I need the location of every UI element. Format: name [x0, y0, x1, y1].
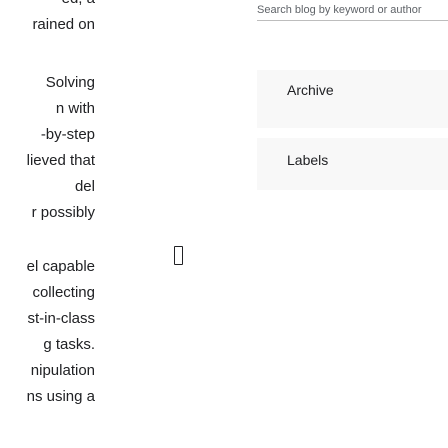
article-paragraph: ed, a rained on: [0, 0, 95, 38]
article-line: -by-step: [40, 126, 95, 143]
labels-title: Labels: [287, 152, 329, 168]
article-line: rained on: [32, 16, 95, 33]
article-line: r possibly: [31, 204, 95, 221]
article-line: nipulation: [30, 362, 95, 379]
article-paragraph: el capable collecting st-in-class g task…: [0, 254, 95, 410]
article-line: collecting: [32, 284, 95, 301]
article-line: lieved that: [26, 152, 95, 169]
article-line: ed, a: [0, 0, 95, 12]
blog-search: [257, 0, 448, 34]
article-paragraph: Solving n with -by-step lieved that del …: [0, 70, 95, 226]
article-line: n with: [55, 100, 95, 117]
missing-glyph-icon: [174, 246, 183, 265]
article-line: ns using a: [26, 388, 95, 405]
article-body: ed, a rained on Solving n with -by-step …: [0, 0, 95, 432]
article-line: el capable: [26, 258, 95, 275]
blog-page: ed, a rained on Solving n with -by-step …: [0, 0, 448, 448]
article-line: del: [74, 178, 95, 195]
search-input[interactable]: [257, 0, 448, 21]
article-line: st-in-class: [27, 310, 95, 327]
archive-title: Archive: [287, 82, 334, 98]
archive-widget[interactable]: Archive: [257, 70, 448, 128]
article-line: Solving: [45, 74, 95, 91]
labels-widget[interactable]: Labels: [257, 138, 448, 190]
article-line: g tasks.: [43, 336, 95, 353]
